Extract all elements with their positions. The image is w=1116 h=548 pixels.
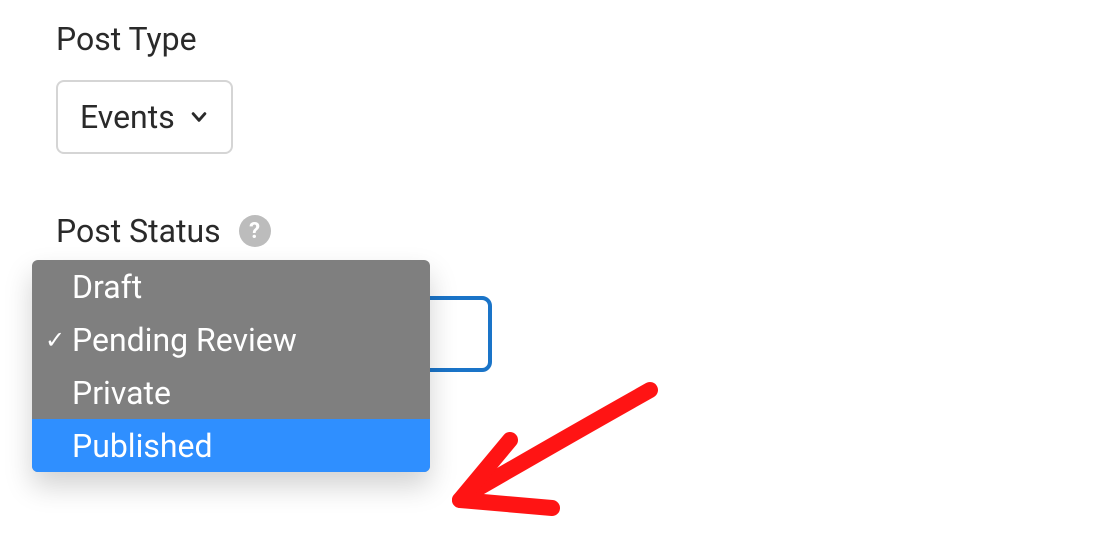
post-type-label: Post Type bbox=[56, 20, 1060, 58]
help-icon[interactable]: ? bbox=[239, 215, 271, 247]
dropdown-option-label: Draft bbox=[72, 268, 142, 306]
dropdown-option-draft[interactable]: Draft bbox=[32, 260, 430, 313]
post-status-section: Post Status ? Draft ✓ Pending Review Pri… bbox=[56, 212, 1060, 250]
check-icon: ✓ bbox=[44, 326, 66, 354]
post-type-selected-value: Events bbox=[80, 98, 175, 136]
post-status-dropdown[interactable]: Draft ✓ Pending Review Private Published bbox=[32, 260, 430, 472]
post-status-label: Post Status bbox=[56, 212, 221, 250]
dropdown-option-private[interactable]: Private bbox=[32, 366, 430, 419]
dropdown-option-label: Published bbox=[72, 427, 213, 465]
arrow-annotation-icon bbox=[440, 380, 670, 530]
post-type-section: Post Type Events bbox=[56, 20, 1060, 154]
dropdown-option-published[interactable]: Published bbox=[32, 419, 430, 472]
post-type-select[interactable]: Events bbox=[56, 80, 233, 154]
dropdown-option-label: Pending Review bbox=[72, 321, 297, 359]
dropdown-option-label: Private bbox=[72, 374, 171, 412]
chevron-down-icon bbox=[189, 107, 209, 127]
post-status-label-row: Post Status ? bbox=[56, 212, 1060, 250]
dropdown-option-pending-review[interactable]: ✓ Pending Review bbox=[32, 313, 430, 366]
